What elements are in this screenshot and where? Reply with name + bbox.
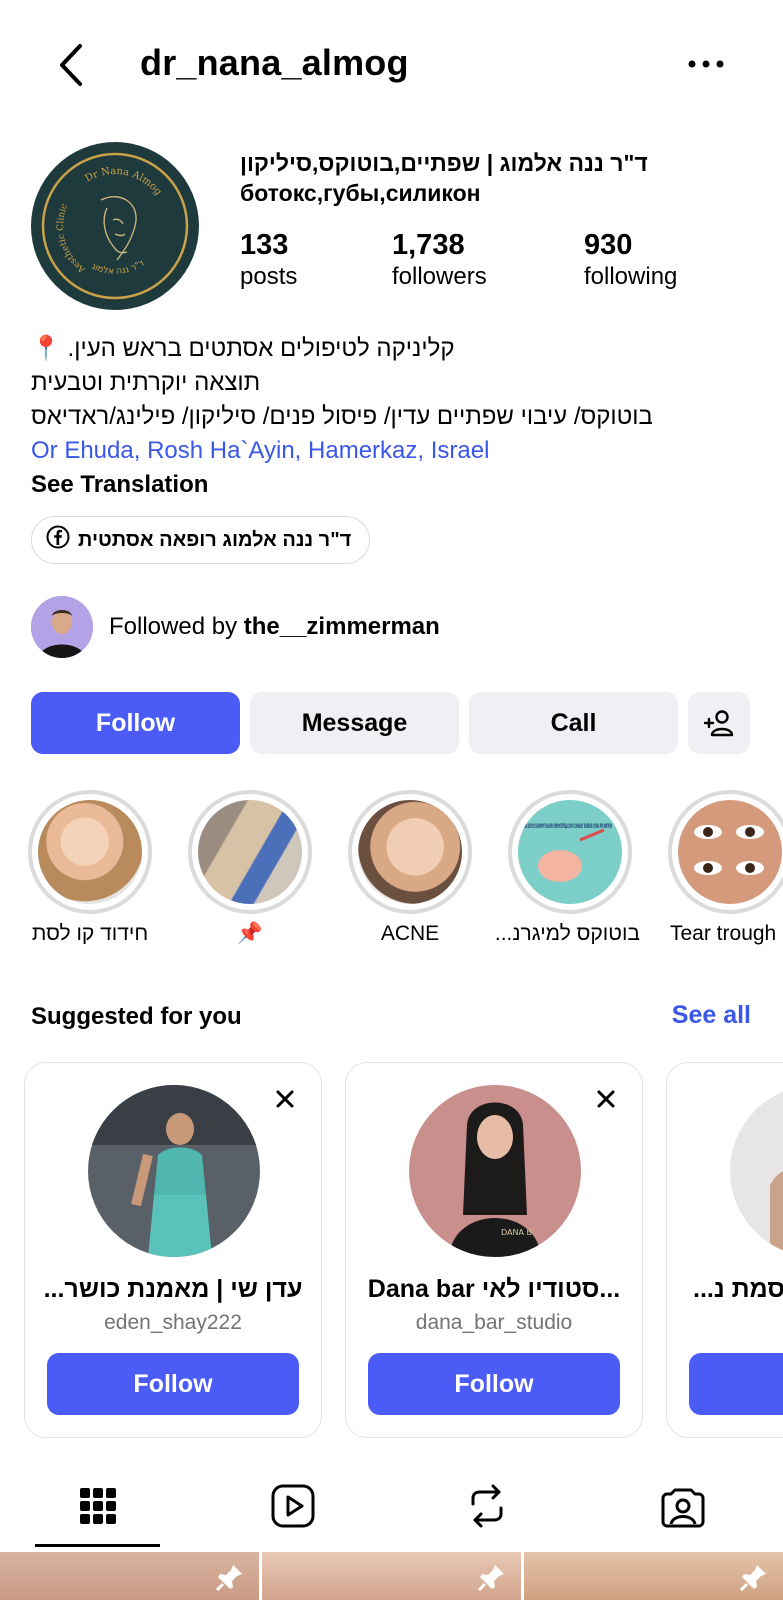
followed-by-prefix: Followed by	[109, 613, 244, 640]
highlight-label: Tear trough	[670, 922, 777, 945]
post-thumbnail[interactable]	[0, 1552, 259, 1600]
bio-line-1: קליניקה לטיפולים אסתטים בראש העין. 📍	[31, 335, 455, 362]
followers-stat[interactable]: 1,738 followers	[392, 228, 487, 292]
suggested-avatar	[88, 1085, 260, 1257]
suggested-card[interactable]: ...סמת נ sh F	[666, 1062, 783, 1438]
tab-reels[interactable]	[230, 1465, 355, 1547]
suggested-title: Suggested for you	[31, 1003, 242, 1030]
highlight-label: בוטוקס למיגרנ...	[494, 922, 640, 945]
highlight-item[interactable]: Tear trough	[660, 790, 783, 946]
suggested-avatar: DANA B	[409, 1085, 581, 1257]
suggested-handle: dana_bar_studio	[415, 1311, 573, 1334]
suggested-follow-button[interactable]: Follow	[47, 1353, 299, 1415]
posts-stat[interactable]: 133 posts	[240, 228, 297, 292]
pin-icon	[739, 1562, 769, 1597]
top-bar: dr_nana_almog	[0, 0, 783, 130]
posts-count: 133	[240, 229, 289, 261]
facebook-icon	[46, 525, 70, 555]
profile-avatar[interactable]: Dr Nana Almog Aesthetic Clinic ד"ר ננה א…	[31, 142, 199, 310]
grid-icon	[79, 1488, 116, 1524]
highlight-item[interactable]: КАК БОТОКС БЛОКИРУЕТ ВЫБРОС НЕЙРОПЕПТИДА…	[494, 790, 640, 946]
suggested-name: ...סמת נ	[693, 1275, 783, 1303]
highlight-label: ACNE	[380, 922, 440, 945]
back-arrow-icon[interactable]	[52, 40, 92, 90]
suggested-avatar	[730, 1085, 783, 1257]
facebook-link-label: ד"ר ננה אלמוג רופאה אסתטית	[78, 528, 352, 551]
following-label: following	[584, 263, 678, 290]
profile-tabs	[0, 1465, 783, 1547]
add-person-icon	[703, 710, 734, 737]
highlight-image-text: КАК БОТОКС БЛОКИРУЕТ ВЫБРОС НЕЙРОПЕПТИДА…	[524, 822, 612, 830]
tagged-icon	[661, 1488, 704, 1528]
following-count: 930	[584, 229, 633, 261]
highlight-ring: КАК БОТОКС БЛОКИРУЕТ ВЫБРОС НЕЙРОПЕПТИДА…	[508, 790, 632, 914]
followed-by-text: Followed by the__zimmerman	[109, 613, 440, 641]
follow-button[interactable]: Follow	[31, 692, 240, 754]
highlight-label: 📌	[236, 922, 264, 945]
suggested-cards: עדן שי | מאמנת כושר... eden_shay222 Foll…	[0, 1062, 783, 1438]
following-stat[interactable]: 930 following	[584, 228, 677, 292]
highlight-ring	[188, 790, 312, 914]
followed-by-row[interactable]: Followed by the__zimmerman	[31, 596, 440, 658]
followers-count: 1,738	[392, 229, 465, 261]
highlight-label: חידוד קו לסת	[31, 922, 149, 945]
see-translation-link[interactable]: See Translation	[31, 468, 751, 502]
see-all-link[interactable]: See all	[672, 1001, 751, 1030]
display-name-russian: ботокс,губы,силикон	[240, 180, 481, 206]
bio-line-2: תוצאה יוקרתית וטבעית	[31, 369, 261, 396]
message-button[interactable]: Message	[250, 692, 459, 754]
suggested-card[interactable]: עדן שי | מאמנת כושר... eden_shay222 Foll…	[24, 1062, 322, 1438]
suggested-handle: eden_shay222	[104, 1311, 242, 1334]
suggested-follow-button[interactable]: Follow	[368, 1353, 620, 1415]
more-options-icon[interactable]	[686, 52, 726, 76]
highlight-item[interactable]: ACNE	[340, 790, 480, 946]
shirt-logo-text: DANA B	[501, 1228, 532, 1237]
highlight-ring	[348, 790, 472, 914]
followed-by-username[interactable]: the__zimmerman	[244, 613, 440, 640]
post-thumbnail[interactable]	[262, 1552, 521, 1600]
tab-tagged[interactable]	[620, 1465, 745, 1547]
tab-posts-grid[interactable]	[35, 1465, 160, 1547]
dismiss-icon[interactable]	[594, 1087, 618, 1111]
reposts-icon	[471, 1484, 502, 1528]
post-thumbnail[interactable]	[524, 1552, 783, 1600]
dismiss-icon[interactable]	[273, 1087, 297, 1111]
story-highlights: חידוד קו לסת 📌 ACNE КАК БОТОКС БЛОКИРУЕТ…	[0, 790, 783, 950]
profile-actions: Follow Message Call	[31, 692, 750, 754]
display-name-hebrew: ד"ר ננה אלמוג | שפתיים,בוטוקס,סיליקון	[240, 150, 648, 176]
call-button[interactable]: Call	[469, 692, 678, 754]
posts-label: posts	[240, 263, 298, 290]
posts-grid	[0, 1552, 783, 1600]
suggested-name: עדן שי | מאמנת כושר...	[43, 1275, 303, 1303]
profile-username: dr_nana_almog	[140, 42, 409, 83]
suggested-follow-button[interactable]: F	[689, 1353, 783, 1415]
profile-display-name: ד"ר ננה אלמוג | שפתיים,בוטוקס,סיליקון бо…	[240, 148, 760, 208]
location-link[interactable]: Or Ehuda, Rosh Ha`Ayin, Hamerkaz, Israel	[31, 434, 751, 468]
suggested-name: Dana bar סטודיו לאי...	[367, 1275, 621, 1303]
suggest-people-button[interactable]	[688, 692, 750, 754]
profile-bio: קליניקה לטיפולים אסתטים בראש העין. 📍 תוצ…	[31, 332, 751, 502]
followers-label: followers	[392, 263, 487, 290]
tab-reposts[interactable]	[424, 1465, 549, 1547]
reels-icon	[271, 1484, 314, 1528]
highlight-ring	[668, 790, 783, 914]
follower-avatar	[31, 596, 93, 658]
facebook-link-pill[interactable]: ד"ר ננה אלמוג רופאה אסתטית	[31, 516, 371, 564]
bio-line-3: בוטוקס/ עיבוי שפתיים עדין/ פיסול פנים/ ס…	[31, 403, 653, 430]
suggested-card[interactable]: DANA B Dana bar סטודיו לאי... dana_bar_s…	[345, 1062, 643, 1438]
highlight-ring	[28, 790, 152, 914]
suggested-header: Suggested for you See all	[31, 1001, 751, 1043]
highlight-item[interactable]: 📌	[180, 790, 320, 946]
pin-icon	[215, 1562, 245, 1597]
suggested-handle: sh	[667, 1311, 783, 1335]
highlight-item[interactable]: חידוד קו לסת	[20, 790, 160, 946]
pin-icon	[477, 1562, 507, 1597]
